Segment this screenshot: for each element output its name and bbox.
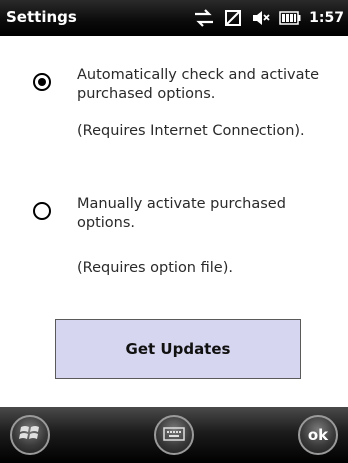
title-bar: Settings 1:57 <box>0 0 348 36</box>
option-manual-label[interactable]: Manually activate purchased options. <box>77 195 327 233</box>
status-icons: 1:57 <box>193 5 344 31</box>
settings-content: Automatically check and activate purchas… <box>0 36 348 407</box>
windows-flag-icon <box>19 423 41 447</box>
option-manual-note: (Requires option file). <box>77 260 233 276</box>
battery-icon[interactable] <box>279 11 301 25</box>
clock[interactable]: 1:57 <box>309 10 344 26</box>
radio-manual[interactable] <box>33 202 51 220</box>
option-automatic-label[interactable]: Automatically check and activate purchas… <box>77 66 327 104</box>
option-automatic-note: (Requires Internet Connection). <box>77 123 305 139</box>
keyboard-button[interactable] <box>154 415 194 455</box>
keyboard-icon <box>163 426 185 445</box>
softkey-bar: ok <box>0 407 348 463</box>
speaker-muted-icon[interactable] <box>251 8 271 28</box>
ok-button[interactable]: ok <box>298 415 338 455</box>
settings-screen: Settings 1:57 Automatically check and ac… <box>0 0 348 463</box>
get-updates-button[interactable]: Get Updates <box>55 319 301 379</box>
page-title: Settings <box>6 8 77 26</box>
start-button[interactable] <box>10 415 50 455</box>
radio-automatic[interactable] <box>33 73 51 91</box>
connectivity-icon[interactable] <box>193 8 215 28</box>
ok-label: ok <box>307 426 329 444</box>
signal-off-icon[interactable] <box>223 8 243 28</box>
